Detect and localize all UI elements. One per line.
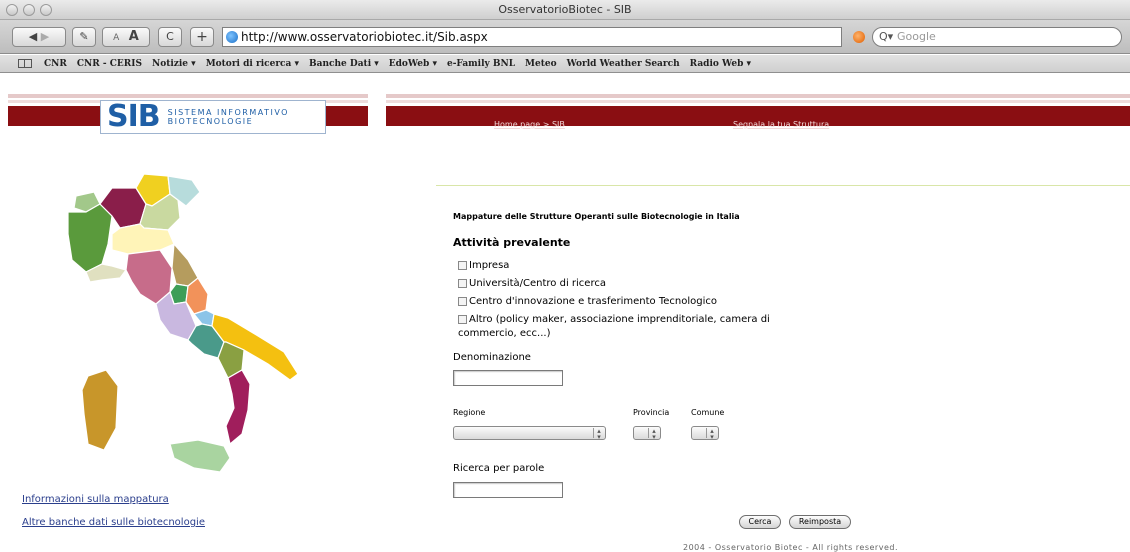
- denominazione-input[interactable]: [453, 370, 563, 386]
- checkbox[interactable]: [458, 261, 467, 270]
- add-bookmark-button[interactable]: +: [190, 27, 214, 47]
- address-bar[interactable]: http://www.osservatoriobiotec.it/Sib.asp…: [222, 27, 842, 47]
- window-title: OsservatorioBiotec - SIB: [498, 3, 632, 16]
- checkbox[interactable]: [458, 297, 467, 306]
- region-molise: [192, 309, 215, 327]
- rss-icon[interactable]: [853, 31, 865, 43]
- header-band-right: [386, 94, 1130, 138]
- sidebar-link-mapping-info[interactable]: Informazioni sulla mappatura: [22, 494, 169, 505]
- plus-icon: +: [196, 29, 208, 45]
- comune-label: Comune: [691, 408, 725, 417]
- search-button[interactable]: Cerca: [739, 515, 781, 529]
- bookmark-item[interactable]: Motori di ricerca ▾: [206, 59, 299, 69]
- text-size-buttons[interactable]: A A: [102, 27, 150, 47]
- minimize-window-button[interactable]: [23, 4, 35, 16]
- back-forward-buttons[interactable]: ◀ ▶: [12, 27, 66, 47]
- region-sicilia: [169, 439, 231, 473]
- select-arrows-icon: ▴ ▾: [597, 427, 601, 441]
- region-sardegna: [81, 369, 119, 451]
- sib-logo[interactable]: SIB SISTEMA INFORMATIVO BIOTECNOLOGIE: [100, 100, 326, 134]
- browser-toolbar: ◀ ▶ ✎ A A C + http://www.osservatoriobio…: [0, 20, 1130, 54]
- checkbox-universita[interactable]: Università/Centro di ricerca: [458, 277, 606, 291]
- report-structure-link[interactable]: Segnala la tua Struttura: [733, 120, 829, 129]
- checkbox[interactable]: [458, 279, 467, 288]
- footer-copyright: 2004 - Osservatorio Biotec - All rights …: [683, 543, 898, 552]
- forward-arrow-icon[interactable]: ▶: [41, 30, 49, 43]
- bookmark-item[interactable]: CNR - CERIS: [77, 59, 142, 69]
- logo-mark: SIB: [107, 99, 161, 134]
- keywords-input[interactable]: [453, 482, 563, 498]
- region-calabria: [225, 369, 251, 446]
- italy-regions-map[interactable]: [28, 174, 328, 474]
- bookmark-item[interactable]: EdoWeb ▾: [389, 59, 437, 69]
- reload-button[interactable]: C: [158, 27, 182, 47]
- pencil-icon: ✎: [79, 30, 89, 43]
- url-text[interactable]: http://www.osservatoriobiotec.it/Sib.asp…: [241, 30, 488, 44]
- reload-icon: C: [166, 30, 174, 43]
- checkbox-label: Altro (policy maker, associazione impren…: [458, 314, 770, 339]
- search-icon[interactable]: Q▾: [879, 28, 893, 46]
- checkbox-impresa[interactable]: Impresa: [458, 259, 509, 273]
- region-marche: [171, 242, 199, 287]
- sidebar-link-other-databases[interactable]: Altre banche dati sulle biotecnologie: [22, 517, 205, 528]
- regione-label: Regione: [453, 408, 486, 417]
- text-smaller-icon[interactable]: A: [113, 33, 119, 43]
- bookmark-item[interactable]: World Weather Search: [567, 59, 680, 69]
- reset-button[interactable]: Reimposta: [789, 515, 851, 529]
- checkbox-label: Impresa: [469, 260, 510, 271]
- region-piemonte: [67, 203, 113, 273]
- bookmark-item[interactable]: e-Family BNL: [447, 59, 515, 69]
- bookmark-item[interactable]: Radio Web ▾: [690, 59, 751, 69]
- checkbox-label: Centro d'innovazione e trasferimento Tec…: [469, 296, 717, 307]
- search-field[interactable]: Q▾ Google: [872, 27, 1122, 47]
- provincia-label: Provincia: [633, 408, 670, 417]
- provincia-select[interactable]: ▴ ▾: [633, 426, 661, 441]
- window-controls[interactable]: [6, 4, 52, 16]
- checkbox-label: Università/Centro di ricerca: [469, 278, 606, 289]
- web-page: SIB SISTEMA INFORMATIVO BIOTECNOLOGIE Ho…: [0, 74, 1130, 552]
- denominazione-label: Denominazione: [453, 352, 531, 363]
- activity-section-title: Attività prevalente: [453, 236, 571, 249]
- regione-select[interactable]: ▴ ▾: [453, 426, 606, 441]
- keywords-label: Ricerca per parole: [453, 463, 545, 474]
- bookmarks-book-icon[interactable]: [18, 59, 32, 68]
- back-arrow-icon[interactable]: ◀: [29, 30, 37, 43]
- logo-line-2: BIOTECNOLOGIE: [167, 117, 254, 126]
- select-arrows-icon: ▴ ▾: [652, 427, 656, 441]
- checkbox-altro[interactable]: Altro (policy maker, associazione impren…: [458, 313, 798, 341]
- select-arrows-icon: ▴ ▾: [710, 427, 714, 441]
- breadcrumb[interactable]: Home page > SIB: [494, 120, 565, 129]
- bookmark-item[interactable]: Banche Dati ▾: [309, 59, 379, 69]
- window-titlebar: OsservatorioBiotec - SIB: [0, 0, 1130, 20]
- text-bigger-icon[interactable]: A: [129, 29, 139, 44]
- bookmark-item[interactable]: Meteo: [525, 59, 557, 69]
- bookmark-item[interactable]: CNR: [44, 59, 67, 69]
- form-title: Mappature delle Strutture Operanti sulle…: [453, 212, 740, 221]
- edit-bookmark-button[interactable]: ✎: [72, 27, 96, 47]
- comune-select[interactable]: ▴ ▾: [691, 426, 719, 441]
- logo-line-1: SISTEMA INFORMATIVO: [167, 108, 289, 117]
- zoom-window-button[interactable]: [40, 4, 52, 16]
- divider: [436, 185, 1130, 186]
- bookmarks-bar: CNR CNR - CERIS Notizie ▾ Motori di rice…: [0, 55, 1130, 73]
- checkbox-centro-innovazione[interactable]: Centro d'innovazione e trasferimento Tec…: [458, 295, 717, 309]
- close-window-button[interactable]: [6, 4, 18, 16]
- globe-icon: [226, 31, 238, 43]
- search-placeholder: Google: [897, 30, 936, 43]
- bookmark-item[interactable]: Notizie ▾: [152, 59, 196, 69]
